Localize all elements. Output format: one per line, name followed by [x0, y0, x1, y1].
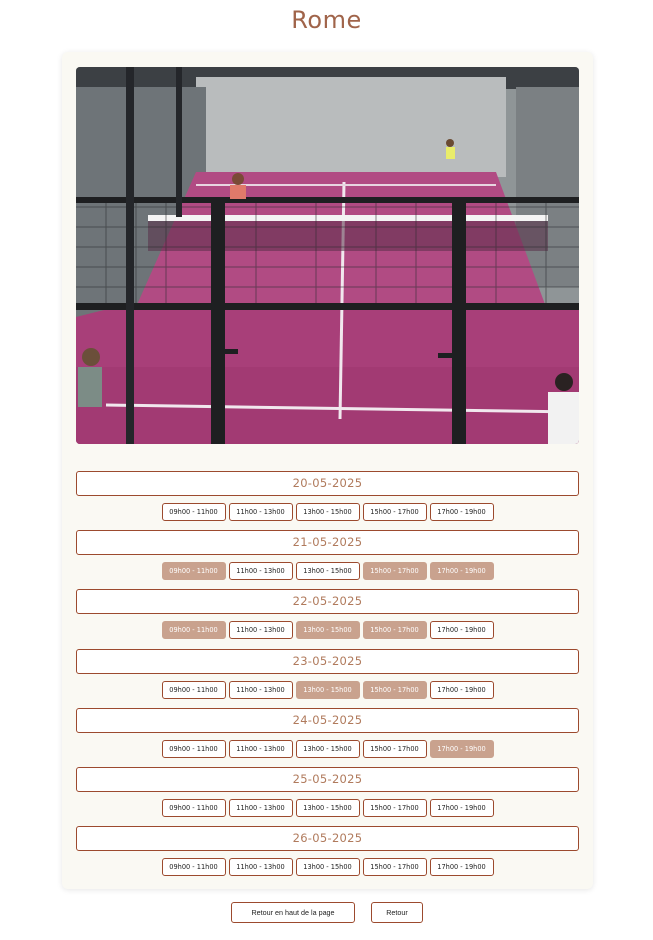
time-slot-booked[interactable]: 15h00 - 17h00 [362, 680, 427, 699]
time-slot-booked[interactable]: 13h00 - 15h00 [295, 621, 360, 640]
date-header[interactable]: 20-05-2025 [76, 471, 579, 496]
court-photo [76, 67, 579, 444]
time-slot[interactable]: 11h00 - 13h00 [228, 680, 293, 699]
day-group: 21-05-2025 09h00 - 11h00 11h00 - 13h00 13h0… [76, 530, 579, 589]
time-slot[interactable]: 13h00 - 15h00 [295, 562, 360, 581]
day-group: 23-05-2025 09h00 - 11h00 11h00 - 13h00 13h0… [76, 648, 579, 708]
date-header[interactable]: 23-05-2025 [76, 648, 579, 674]
time-slot[interactable]: 13h00 - 15h00 [295, 503, 360, 521]
time-slot-booked[interactable]: 17h00 - 19h00 [429, 739, 494, 758]
day-group: 20-05-2025 09h00 - 11h00 11h00 - 13h00 13h0… [76, 471, 579, 530]
time-slot-booked[interactable]: 09h00 - 11h00 [161, 562, 226, 581]
time-slot[interactable]: 11h00 - 13h00 [228, 858, 293, 877]
time-slot[interactable]: 09h00 - 11h00 [161, 680, 226, 699]
time-slot-booked[interactable]: 15h00 - 17h00 [362, 562, 427, 581]
time-slot[interactable]: 13h00 - 15h00 [295, 739, 360, 758]
time-slot[interactable]: 15h00 - 17h00 [362, 739, 427, 758]
slot-list: 09h00 - 11h00 11h00 - 13h00 13h00 - 15h00 1… [76, 858, 579, 877]
time-slot[interactable]: 17h00 - 19h00 [429, 858, 494, 877]
page-title: Rome [291, 6, 362, 34]
back-button[interactable]: Retour [371, 902, 423, 923]
slot-list: 09h00 - 11h00 11h00 - 13h00 13h00 - 15h00 1… [76, 621, 579, 640]
time-slot[interactable]: 17h00 - 19h00 [429, 798, 494, 817]
time-slot[interactable]: 15h00 - 17h00 [362, 858, 427, 877]
schedule: 20-05-2025 09h00 - 11h00 11h00 - 13h00 13h0… [76, 471, 579, 885]
time-slot[interactable]: 11h00 - 13h00 [228, 739, 293, 758]
slot-list: 09h00 - 11h00 11h00 - 13h00 13h00 - 15h00 1… [76, 503, 579, 521]
time-slot[interactable]: 13h00 - 15h00 [295, 858, 360, 877]
slot-list: 09h00 - 11h00 11h00 - 13h00 13h00 - 15h00 1… [76, 680, 579, 699]
time-slot-booked[interactable]: 15h00 - 17h00 [362, 621, 427, 640]
time-slot-booked[interactable]: 09h00 - 11h00 [161, 621, 226, 640]
date-header[interactable]: 25-05-2025 [76, 766, 579, 792]
date-header[interactable]: 26-05-2025 [76, 826, 579, 852]
time-slot[interactable]: 09h00 - 11h00 [161, 739, 226, 758]
time-slot[interactable]: 11h00 - 13h00 [228, 503, 293, 521]
time-slot[interactable]: 17h00 - 19h00 [429, 621, 494, 640]
back-to-top-button[interactable]: Retour en haut de la page [231, 902, 355, 923]
time-slot-booked[interactable]: 17h00 - 19h00 [429, 562, 494, 581]
day-group: 26-05-2025 09h00 - 11h00 11h00 - 13h00 13h0… [76, 826, 579, 885]
time-slot[interactable]: 11h00 - 13h00 [228, 621, 293, 640]
time-slot[interactable]: 17h00 - 19h00 [429, 503, 494, 521]
time-slot[interactable]: 09h00 - 11h00 [161, 503, 226, 521]
time-slot[interactable]: 15h00 - 17h00 [362, 798, 427, 817]
time-slot[interactable]: 11h00 - 13h00 [228, 798, 293, 817]
time-slot[interactable]: 09h00 - 11h00 [161, 798, 226, 817]
slot-list: 09h00 - 11h00 11h00 - 13h00 13h00 - 15h00 1… [76, 798, 579, 817]
time-slot[interactable]: 11h00 - 13h00 [228, 562, 293, 581]
slot-list: 09h00 - 11h00 11h00 - 13h00 13h00 - 15h00 1… [76, 562, 579, 581]
time-slot[interactable]: 15h00 - 17h00 [362, 503, 427, 521]
day-group: 24-05-2025 09h00 - 11h00 11h00 - 13h00 13h0… [76, 707, 579, 767]
date-header[interactable]: 24-05-2025 [76, 707, 579, 733]
day-group: 25-05-2025 09h00 - 11h00 11h00 - 13h00 13h0… [76, 766, 579, 826]
slot-list: 09h00 - 11h00 11h00 - 13h00 13h00 - 15h00 1… [76, 739, 579, 758]
time-slot[interactable]: 09h00 - 11h00 [161, 858, 226, 877]
date-header[interactable]: 22-05-2025 [76, 589, 579, 615]
time-slot-booked[interactable]: 13h00 - 15h00 [295, 680, 360, 699]
day-group: 22-05-2025 09h00 - 11h00 11h00 - 13h00 13h0… [76, 589, 579, 648]
time-slot[interactable]: 17h00 - 19h00 [429, 680, 494, 699]
time-slot[interactable]: 13h00 - 15h00 [295, 798, 360, 817]
date-header[interactable]: 21-05-2025 [76, 530, 579, 556]
